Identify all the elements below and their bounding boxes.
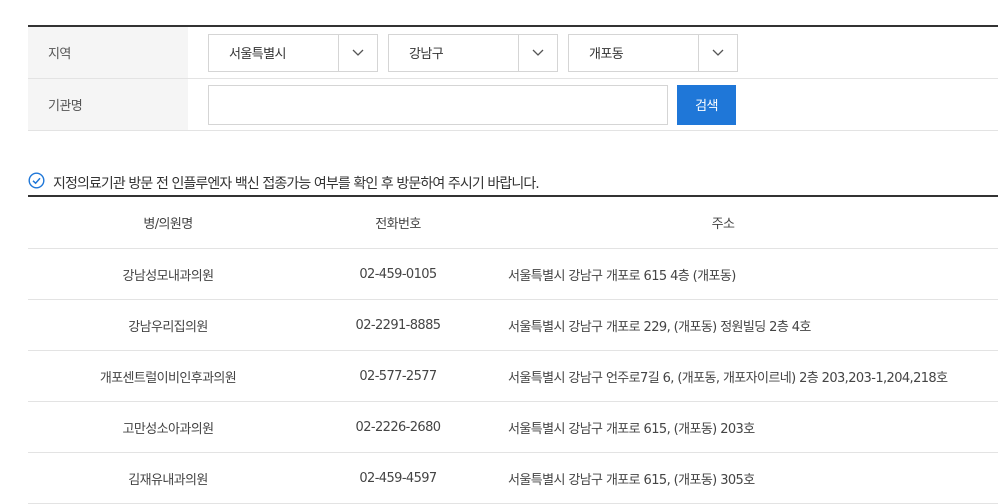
row-tel: 02-2226-2680 — [355, 419, 442, 435]
table-row: 개포센트럴이비인후과의원 02-577-2577 서울특별시 강남구 언주로7길… — [28, 351, 998, 402]
city-select-value: 서울특별시 — [229, 47, 286, 62]
chevron-down-icon[interactable] — [518, 34, 557, 71]
row-name: 강남성모내과의원 — [122, 268, 214, 284]
row-addr: 서울특별시 강남구 개포로 615 4층 (개포동) — [508, 268, 736, 284]
dong-select[interactable]: 개포동 — [568, 33, 738, 72]
header-tel: 전화번호 — [375, 217, 421, 232]
institution-input[interactable] — [208, 84, 668, 125]
row-addr: 서울특별시 강남구 언주로7길 6, (개포동, 개포자이르네) 2층 203,… — [508, 370, 948, 386]
notice-text: 지정의료기관 방문 전 인플루엔자 백신 접종가능 여부를 확인 후 방문하여 … — [53, 175, 540, 192]
region-label: 지역 — [28, 27, 188, 78]
table-row: 고만성소아과의원 02-2226-2680 서울특별시 강남구 개포로 615,… — [28, 402, 998, 453]
row-name: 고만성소아과의원 — [122, 421, 214, 437]
region-row: 지역 서울특별시 강남구 개포동 — [28, 27, 998, 79]
row-name: 강남우리집의원 — [128, 319, 208, 335]
region-selects: 서울특별시 강남구 개포동 — [188, 27, 738, 78]
district-select[interactable]: 강남구 — [388, 33, 558, 72]
table-header: 병/의원명 전화번호 주소 — [28, 197, 998, 249]
row-tel: 02-2291-8885 — [355, 317, 442, 333]
header-addr: 주소 — [711, 217, 735, 232]
row-addr: 서울특별시 강남구 개포로 229, (개포동) 정원빌딩 2층 4호 — [508, 319, 811, 335]
row-name: 개포센트럴이비인후과의원 — [99, 370, 237, 386]
institution-field: 검색 — [188, 79, 736, 130]
table-row: 강남우리집의원 02-2291-8885 서울특별시 강남구 개포로 229, … — [28, 300, 998, 351]
table-row: 김재유내과의원 02-459-4597 서울특별시 강남구 개포로 615, (… — [28, 453, 998, 504]
institution-row: 기관명 검색 — [28, 79, 998, 131]
hospital-table: 병/의원명 전화번호 주소 강남성모내과의원 02-459-0105 서울특별시… — [28, 195, 998, 504]
notice: 지정의료기관 방문 전 인플루엔자 백신 접종가능 여부를 확인 후 방문하여 … — [28, 172, 540, 193]
header-name: 병/의원명 — [143, 217, 193, 232]
search-form: 지역 서울특별시 강남구 개포동 기관명 검색 — [28, 25, 998, 131]
row-tel: 02-577-2577 — [359, 368, 437, 384]
row-name: 김재유내과의원 — [128, 472, 208, 488]
dong-select-value: 개포동 — [589, 47, 624, 62]
chevron-down-icon[interactable] — [698, 34, 737, 71]
row-tel: 02-459-4597 — [359, 470, 437, 486]
institution-label: 기관명 — [28, 79, 188, 130]
row-tel: 02-459-0105 — [359, 266, 437, 282]
check-circle-icon — [28, 172, 45, 193]
search-button[interactable]: 검색 — [677, 84, 736, 125]
district-select-value: 강남구 — [409, 47, 444, 62]
row-addr: 서울특별시 강남구 개포로 615, (개포동) 203호 — [508, 421, 755, 437]
chevron-down-icon[interactable] — [338, 34, 377, 71]
row-addr: 서울특별시 강남구 개포로 615, (개포동) 305호 — [508, 472, 755, 488]
city-select[interactable]: 서울특별시 — [208, 33, 378, 72]
table-row: 강남성모내과의원 02-459-0105 서울특별시 강남구 개포로 615 4… — [28, 249, 998, 300]
